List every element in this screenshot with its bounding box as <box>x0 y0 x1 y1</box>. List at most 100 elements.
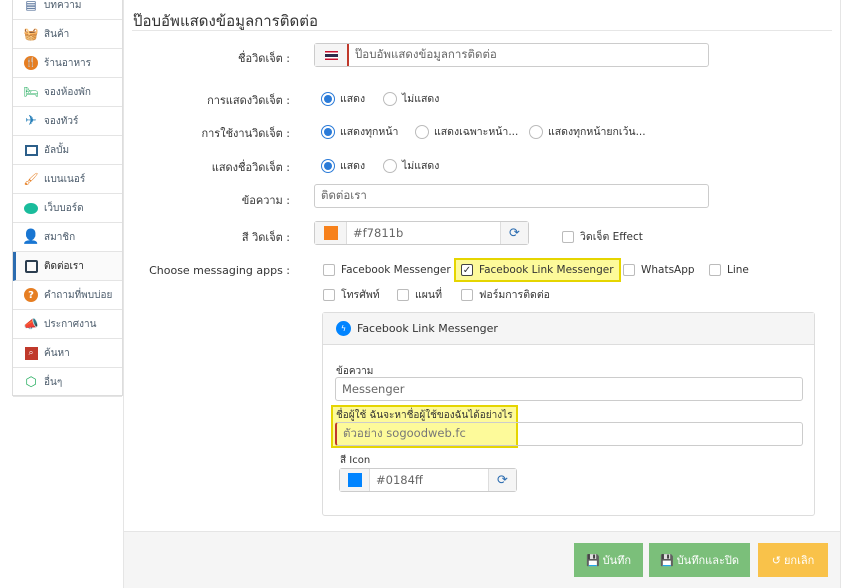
radio-checked-icon <box>321 124 335 139</box>
panel-username-label: ชื่อผู้ใช้ ฉันจะหาชื่อผู้ใช้ของฉันได้อย่… <box>336 410 513 421</box>
sidebar-item-members[interactable]: 👤 สมาชิก <box>13 223 122 252</box>
sidebar-item-webboard[interactable]: เว็บบอร์ด <box>13 194 122 223</box>
question-icon: ? <box>23 287 39 303</box>
checkbox-label: แผนที่ <box>415 289 443 301</box>
sidebar-item-label: ค้นหา <box>44 347 70 359</box>
widget-color-label: สี วิดเจ็ต : <box>241 231 290 244</box>
sidebar-item-tours[interactable]: ✈ จองทัวร์ <box>13 107 122 136</box>
panel-icon-color-label: สี Icon <box>340 455 371 466</box>
sidebar-item-label: สมาชิก <box>44 231 76 243</box>
display-label: การแสดงวิดเจ็ต : <box>207 94 290 107</box>
usage-some-radio[interactable]: แสดงเฉพาะหน้า... <box>415 123 518 140</box>
radio-checked-icon <box>321 158 335 173</box>
sidebar-item-products[interactable]: 🧺 สินค้า <box>13 20 122 49</box>
checkbox-label: โทรศัพท์ <box>341 289 380 301</box>
usage-except-radio[interactable]: แสดงทุกหน้ายกเว้น... <box>529 123 646 140</box>
widget-color-picker[interactable]: #f7811b ⟳ <box>314 221 529 245</box>
usage-all-radio[interactable]: แสดงทุกหน้า <box>321 123 398 140</box>
panel-header: ϟ Facebook Link Messenger <box>323 313 814 345</box>
map-checkbox[interactable]: แผนที่ <box>397 286 442 303</box>
sidebar-item-rooms[interactable]: 🛏 จองห้องพัก <box>13 78 122 107</box>
cancel-button[interactable]: ↺ ยกเลิก <box>758 543 828 577</box>
message-label: ข้อความ : <box>241 194 290 207</box>
sidebar-item-album[interactable]: อัลบั้ม <box>13 136 122 165</box>
sidebar-item-label: จองห้องพัก <box>44 86 91 98</box>
radio-label: แสดงเฉพาะหน้า... <box>434 126 519 138</box>
sidebar-item-contact[interactable]: ติดต่อเรา <box>13 252 122 281</box>
radio-label: ไม่แสดง <box>402 160 440 172</box>
sidebar-item-label: อื่นๆ <box>44 376 63 388</box>
brush-icon: 🖌 <box>23 172 39 186</box>
sidebar-item-others[interactable]: ⬡ อื่นๆ <box>13 368 122 397</box>
checkbox-unchecked-icon <box>323 288 335 301</box>
color-swatch-box <box>340 469 370 491</box>
save-and-close-button[interactable]: 💾 บันทึกและปิด <box>649 543 750 577</box>
sidebar-item-search[interactable]: ⌕ ค้นหา <box>13 339 122 368</box>
sidebar: ▤ บทความ 🧺 สินค้า 🍴 ร้านอาหาร 🛏 จองห้องพัก ✈… <box>12 0 123 397</box>
display-show-radio[interactable]: แสดง <box>321 90 365 107</box>
search-icon: ⌕ <box>23 345 39 361</box>
bed-icon: 🛏 <box>23 85 39 99</box>
refresh-icon[interactable]: ⟳ <box>500 222 528 244</box>
radio-label: แสดงทุกหน้ายกเว้น... <box>548 126 646 138</box>
panel-username-input[interactable]: ตัวอย่าง sogoodweb.fc <box>335 422 803 446</box>
sidebar-item-label: สินค้า <box>44 28 70 40</box>
airplane-icon: ✈ <box>25 113 37 129</box>
checkbox-unchecked-icon <box>709 264 721 276</box>
sidebar-item-jobs[interactable]: 📣 ประกาศงาน <box>13 310 122 339</box>
checkbox-unchecked-icon <box>397 288 409 301</box>
fb-link-messenger-checkbox[interactable]: ✓ Facebook Link Messenger <box>454 258 621 282</box>
sidebar-item-restaurant[interactable]: 🍴 ร้านอาหาร <box>13 49 122 78</box>
sidebar-item-faq[interactable]: ? คำถามที่พบบ่อย <box>13 281 122 310</box>
panel-message-input[interactable]: Messenger <box>335 377 803 401</box>
color-swatch <box>323 226 338 240</box>
floppy-disk-icon: 💾 <box>585 553 600 567</box>
radio-checked-icon <box>321 91 335 106</box>
widget-name-field[interactable]: ป๊อบอัพแสดงข้อมูลการติดต่อ <box>314 43 709 67</box>
checkbox-unchecked-icon <box>623 264 635 276</box>
sidebar-item-articles[interactable]: ▤ บทความ <box>13 0 122 20</box>
thai-flag-icon <box>315 44 349 66</box>
radio-unchecked-icon <box>383 91 397 106</box>
cancel-button-label: ยกเลิก <box>783 554 815 567</box>
checkbox-label: Facebook Messenger <box>341 264 451 276</box>
message-input[interactable]: ติดต่อเรา <box>314 184 709 208</box>
show-name-hide-radio[interactable]: ไม่แสดง <box>383 157 439 174</box>
photo-album-icon <box>23 142 39 158</box>
sidebar-item-label: จองทัวร์ <box>44 115 79 127</box>
floppy-disk-icon: 💾 <box>660 553 674 567</box>
widget-effect-checkbox[interactable]: วิดเจ็ต Effect <box>562 228 643 245</box>
checkbox-unchecked-icon <box>562 230 574 243</box>
sidebar-item-label: อัลบั้ม <box>44 144 70 156</box>
sidebar-item-label: ติดต่อเรา <box>44 260 84 272</box>
sidebar-item-label: แบนเนอร์ <box>44 173 86 185</box>
radio-unchecked-icon <box>529 124 543 139</box>
checkmark-icon: ✓ <box>461 264 473 276</box>
show-name-label: แสดงชื่อวิดเจ็ต : <box>211 161 290 174</box>
widget-name-label: ชื่อวิดเจ็ต : <box>238 52 290 65</box>
user-icon: 👤 <box>22 229 40 245</box>
save-button[interactable]: 💾 บันทึก <box>574 543 643 577</box>
panel-icon-color-picker[interactable]: #0184ff ⟳ <box>339 468 517 492</box>
contact-form-checkbox[interactable]: ฟอร์มการติดต่อ <box>461 286 550 303</box>
sidebar-item-label: บทความ <box>44 0 82 11</box>
fb-messenger-checkbox[interactable]: Facebook Messenger <box>323 264 451 276</box>
checkbox-label: วิดเจ็ต Effect <box>580 231 643 243</box>
messenger-icon: ϟ <box>336 321 351 336</box>
checkbox-unchecked-icon <box>323 264 335 276</box>
display-hide-radio[interactable]: ไม่แสดง <box>383 90 439 107</box>
phone-checkbox[interactable]: โทรศัพท์ <box>323 286 380 303</box>
sidebar-item-banner[interactable]: 🖌 แบนเนอร์ <box>13 165 122 194</box>
sidebar-item-label: ร้านอาหาร <box>44 57 92 69</box>
title-divider <box>132 30 832 31</box>
line-checkbox[interactable]: Line <box>709 264 749 276</box>
sidebar-item-label: คำถามที่พบบ่อย <box>44 289 113 301</box>
refresh-icon[interactable]: ⟳ <box>488 469 516 491</box>
chat-bubble-icon <box>23 200 39 216</box>
show-name-show-radio[interactable]: แสดง <box>321 157 365 174</box>
fb-link-messenger-panel: ϟ Facebook Link Messenger ข้อความ Messen… <box>322 312 815 516</box>
sidebar-item-label: ประกาศงาน <box>44 318 97 330</box>
shopping-basket-icon: 🧺 <box>23 27 39 41</box>
radio-label: แสดง <box>340 160 366 172</box>
whatsapp-checkbox[interactable]: WhatsApp <box>623 264 695 276</box>
